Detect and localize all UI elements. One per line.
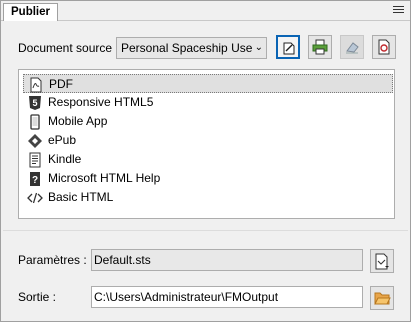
output-label: Sortie :: [18, 290, 57, 304]
clean-button[interactable]: [340, 35, 364, 59]
format-label: Basic HTML: [48, 190, 114, 204]
settings-document-icon: [375, 253, 389, 270]
edit-publication-button[interactable]: [276, 35, 300, 59]
browse-folder-button[interactable]: [370, 286, 394, 310]
print-button[interactable]: [308, 35, 332, 59]
svg-text:?: ?: [32, 175, 38, 186]
list-item-mobile-app[interactable]: Mobile App: [23, 112, 393, 131]
tab-publier[interactable]: Publier: [3, 3, 58, 21]
edit-document-icon: [283, 42, 295, 55]
preview-pdf-button[interactable]: [372, 35, 396, 59]
html5-icon: 5: [29, 96, 41, 110]
panel-titlebar: Publier: [1, 1, 410, 21]
format-label: ePub: [48, 133, 77, 147]
kindle-icon: [29, 152, 41, 168]
folder-open-icon: [374, 292, 391, 305]
pdf-preview-icon: [378, 39, 390, 55]
html-help-icon: ?: [30, 172, 40, 186]
settings-label: Paramètres :: [18, 253, 87, 267]
list-item-basic-html[interactable]: Basic HTML: [23, 188, 393, 207]
publish-panel: Publier Document source : Personal Space…: [0, 0, 411, 322]
code-brackets-icon: [27, 192, 43, 204]
list-item-pdf[interactable]: PDF: [23, 74, 393, 93]
settings-edit-button[interactable]: [370, 249, 394, 273]
format-label: Microsoft HTML Help: [48, 171, 161, 185]
section-divider: [3, 230, 408, 231]
source-document-value: Personal Spaceship User Guide: [121, 41, 253, 55]
output-path-field[interactable]: C:\Users\Administrateur\FMOutput: [91, 286, 363, 308]
svg-text:5: 5: [32, 98, 37, 108]
format-label: Responsive HTML5: [48, 95, 154, 109]
list-item-kindle[interactable]: Kindle: [23, 150, 393, 169]
epub-icon: [28, 134, 42, 148]
eraser-icon: [346, 42, 359, 54]
list-item-responsive-html5[interactable]: 5 Responsive HTML5: [23, 93, 393, 112]
chevron-down-icon: ⌄: [254, 42, 263, 53]
source-label: Document source :: [18, 41, 119, 55]
format-label: Kindle: [48, 152, 82, 166]
format-list[interactable]: PDF 5 Responsive HTML5 Mobile App ePub K…: [18, 69, 395, 219]
list-item-microsoft-html-help[interactable]: ? Microsoft HTML Help: [23, 169, 393, 188]
format-label: Mobile App: [48, 114, 108, 128]
mobile-phone-icon: [30, 114, 40, 130]
printer-icon: [312, 39, 328, 55]
pdf-file-icon: [30, 77, 42, 93]
source-document-select[interactable]: Personal Spaceship User Guide ⌄: [116, 37, 267, 59]
settings-file-field[interactable]: Default.sts: [91, 249, 363, 271]
list-item-epub[interactable]: ePub: [23, 131, 393, 150]
panel-menu-icon[interactable]: [393, 6, 404, 15]
format-label: PDF: [49, 77, 73, 91]
